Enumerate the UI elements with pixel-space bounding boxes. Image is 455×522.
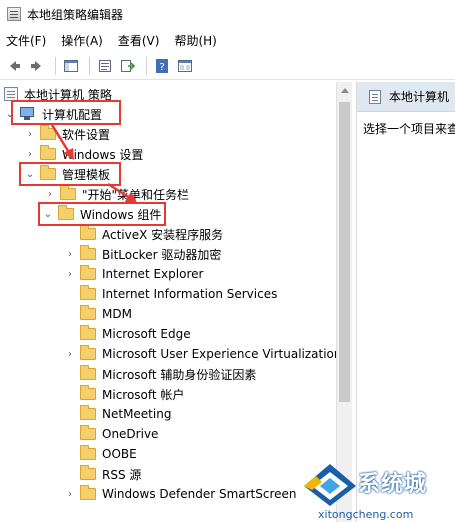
tree-item-component[interactable]: OOBE bbox=[64, 444, 137, 464]
folder-icon bbox=[80, 245, 96, 260]
svg-text:?: ? bbox=[159, 62, 164, 73]
tree-item-component[interactable]: NetMeeting bbox=[64, 404, 171, 424]
red-arrow-icon bbox=[50, 124, 74, 160]
tree-item-label: NetMeeting bbox=[102, 407, 172, 421]
toolbar-separator bbox=[146, 56, 147, 75]
details-header: 本地计算机 bbox=[357, 82, 455, 112]
tree-item-component[interactable]: › Internet Explorer bbox=[64, 264, 203, 284]
tree-item-label: Microsoft 帐户 bbox=[102, 387, 185, 402]
chevron-right-icon[interactable]: › bbox=[64, 248, 76, 260]
policy-icon bbox=[369, 89, 381, 104]
details-header-label: 本地计算机 bbox=[389, 90, 450, 104]
tree-item-component[interactable]: RSS 源 bbox=[64, 464, 141, 484]
tree-item-label: RSS 源 bbox=[102, 467, 142, 482]
title-bar: 本地组策略编辑器 bbox=[0, 0, 455, 28]
scrollbar-thumb[interactable] bbox=[339, 102, 350, 402]
tree-pane: 本地计算机 策略 ⌄ 计算机配置 › 软件设置 › Windows 设置 ⌄ 管… bbox=[0, 82, 336, 522]
folder-icon bbox=[80, 365, 96, 380]
menu-action[interactable]: 操作(A) bbox=[61, 32, 103, 49]
menu-bar: 文件(F) 操作(A) 查看(V) 帮助(H) bbox=[0, 28, 455, 52]
app-icon bbox=[7, 7, 21, 21]
folder-icon bbox=[80, 385, 96, 400]
chevron-right-icon[interactable]: › bbox=[64, 268, 76, 280]
help-icon[interactable]: ? bbox=[152, 56, 172, 76]
folder-icon bbox=[80, 305, 96, 320]
tree-item-component[interactable]: OneDrive bbox=[64, 424, 158, 444]
folder-icon bbox=[60, 185, 76, 200]
show-hide-tree-icon[interactable] bbox=[61, 56, 81, 76]
tree-item-component[interactable]: › Microsoft User Experience Virtualizatio… bbox=[64, 344, 336, 364]
tree-item-label: Windows Defender SmartScreen bbox=[102, 487, 297, 501]
menu-help[interactable]: 帮助(H) bbox=[174, 32, 216, 49]
toolbar-separator bbox=[55, 56, 56, 75]
chevron-right-icon[interactable]: › bbox=[64, 348, 76, 360]
tree-item-label: Internet Information Services bbox=[102, 287, 278, 301]
tree-item-label: BitLocker 驱动器加密 bbox=[102, 247, 222, 262]
watermark-logo-icon bbox=[304, 464, 356, 506]
menu-view[interactable]: 查看(V) bbox=[118, 32, 160, 49]
folder-icon bbox=[80, 465, 96, 480]
folder-icon bbox=[80, 345, 96, 360]
folder-icon bbox=[80, 285, 96, 300]
view-icon[interactable] bbox=[175, 56, 195, 76]
tree-item-label: Microsoft User Experience Virtualization bbox=[102, 347, 336, 361]
tree-item-component[interactable]: ActiveX 安装程序服务 bbox=[64, 224, 223, 244]
highlight-box-windows-components bbox=[38, 202, 166, 226]
chevron-right-icon[interactable]: › bbox=[64, 488, 76, 500]
chevron-right-icon[interactable]: › bbox=[44, 188, 56, 200]
tree-item-component[interactable]: Microsoft 帐户 bbox=[64, 384, 184, 404]
tree-item-component[interactable]: › Windows Defender SmartScreen bbox=[64, 484, 297, 504]
watermark-text: 系统城 bbox=[358, 472, 428, 497]
tree-item-component[interactable]: › BitLocker 驱动器加密 bbox=[64, 244, 221, 264]
tree-item-component[interactable]: MDM bbox=[64, 304, 132, 324]
watermark-url: xitongcheng.com bbox=[318, 508, 414, 521]
menu-file[interactable]: 文件(F) bbox=[6, 32, 46, 49]
watermark: 系统城 xitongcheng.com bbox=[300, 462, 455, 522]
export-list-icon[interactable] bbox=[118, 56, 138, 76]
red-arrow-icon bbox=[107, 182, 138, 204]
tree-item-component[interactable]: Microsoft 辅助身份验证因素 bbox=[64, 364, 256, 384]
folder-icon bbox=[80, 425, 96, 440]
details-pane: 本地计算机 选择一个项目来查 bbox=[356, 82, 455, 522]
scroll-up-arrow-icon[interactable] bbox=[341, 88, 349, 93]
chevron-right-icon[interactable]: › bbox=[24, 128, 36, 140]
properties-icon[interactable] bbox=[95, 56, 115, 76]
folder-icon bbox=[80, 325, 96, 340]
policy-icon bbox=[4, 87, 18, 101]
chevron-right-icon[interactable]: › bbox=[24, 148, 36, 160]
back-arrow-icon[interactable] bbox=[4, 56, 24, 76]
folder-icon bbox=[80, 405, 96, 420]
tree-scrollbar[interactable] bbox=[336, 82, 352, 522]
tree-item-label: Microsoft Edge bbox=[102, 327, 191, 341]
folder-icon bbox=[80, 265, 96, 280]
tree-item-component[interactable]: Microsoft Edge bbox=[64, 324, 191, 344]
forward-arrow-icon[interactable] bbox=[27, 56, 47, 76]
window-title: 本地组策略编辑器 bbox=[27, 7, 124, 22]
details-description: 选择一个项目来查 bbox=[363, 122, 455, 136]
tree-item-label: MDM bbox=[102, 307, 132, 321]
tree-item-label: OOBE bbox=[102, 447, 137, 461]
toolbar-separator bbox=[89, 56, 90, 75]
toolbar: ? bbox=[0, 52, 455, 80]
folder-icon bbox=[80, 485, 96, 500]
tree-item-component[interactable]: Internet Information Services bbox=[64, 284, 277, 304]
tree-item-label: ActiveX 安装程序服务 bbox=[102, 227, 224, 242]
folder-icon bbox=[80, 225, 96, 240]
folder-icon bbox=[80, 445, 96, 460]
tree-item-label: Internet Explorer bbox=[102, 267, 204, 281]
tree-item-label: OneDrive bbox=[102, 427, 159, 441]
tree-item-label: Microsoft 辅助身份验证因素 bbox=[102, 367, 257, 382]
